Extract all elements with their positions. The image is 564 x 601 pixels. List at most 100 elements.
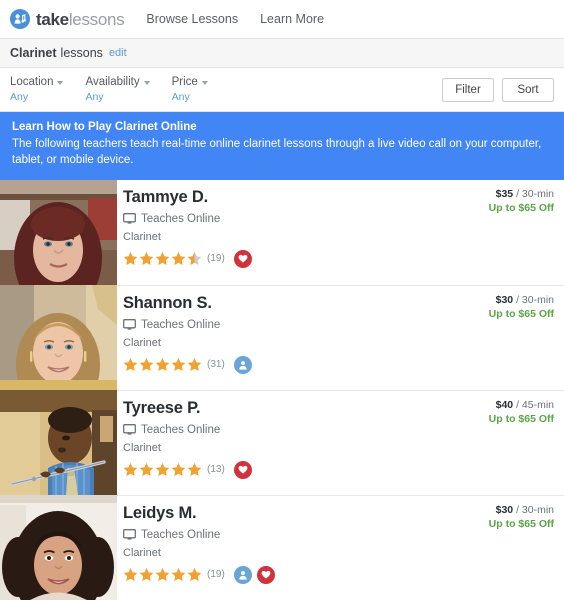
price-line: $30 / 30-min (489, 504, 554, 516)
page-root: takelessons Browse Lessons Learn More Cl… (0, 0, 564, 601)
star-icon (187, 358, 202, 372)
teaches-online-label: Teaches Online (141, 528, 221, 541)
star-icon (155, 568, 170, 582)
logo-lessons-text: lessons (68, 9, 125, 29)
teacher-subject: Clarinet (123, 441, 161, 454)
facet-availability-value[interactable]: Any (85, 91, 149, 104)
price-block: $30 / 30-min Up to $65 Off (489, 504, 554, 530)
sort-button[interactable]: Sort (502, 77, 554, 102)
main-nav: Browse Lessons Learn More (146, 12, 324, 26)
teacher-subject: Clarinet (123, 230, 161, 243)
teacher-badges (233, 355, 252, 374)
teaches-online: Teaches Online (123, 213, 554, 225)
star-icon (171, 252, 186, 266)
price-unit: / 45-min (516, 398, 554, 411)
site-logo[interactable]: takelessons (10, 9, 125, 29)
discount-label: Up to $65 Off (488, 201, 554, 214)
star-icon (187, 568, 202, 582)
star-icon (139, 568, 154, 582)
teaches-online: Teaches Online (123, 424, 554, 436)
facet-price-label: Price (171, 76, 198, 89)
review-count: (31) (207, 359, 225, 371)
teaches-online: Teaches Online (123, 319, 554, 331)
discount-label: Up to $65 Off (488, 412, 554, 425)
filter-actions: Filter Sort (442, 77, 554, 102)
star-rating (123, 357, 202, 372)
price-unit: / 30-min (516, 503, 554, 516)
price-block: $30 / 30-min Up to $65 Off (489, 294, 554, 320)
star-rating (123, 251, 202, 266)
price-amount: $40 (495, 398, 514, 411)
teacher-badges (233, 460, 252, 479)
facet-price-header: Price (172, 75, 208, 89)
teacher-list-item[interactable]: Tyreese P. Teaches Online Clarinet (13) … (0, 389, 564, 495)
chevron-down-icon (143, 81, 150, 86)
teacher-list-item[interactable]: Tammye D. Teaches Online Clarinet (19) $… (0, 179, 564, 285)
teacher-list-item[interactable]: Leidys M. Teaches Online Clarinet (19) $… (0, 494, 564, 600)
teacher-badges (233, 565, 275, 584)
teaches-online-label: Teaches Online (141, 318, 221, 331)
star-icon (123, 252, 138, 266)
discount-label: Up to $65 Off (488, 307, 554, 320)
filter-bar: Location Any Availability Any Price Any (0, 68, 564, 112)
star-icon (171, 358, 186, 372)
star-icon (123, 568, 138, 582)
star-icon (139, 358, 154, 372)
nav-browse-lessons[interactable]: Browse Lessons (146, 12, 238, 26)
rating-row: (19) (123, 249, 554, 268)
monitor-icon (123, 319, 136, 330)
nav-learn-more[interactable]: Learn More (260, 12, 324, 26)
teacher-badges (233, 249, 252, 268)
facet-location[interactable]: Location Any (10, 75, 64, 104)
star-icon (123, 358, 138, 372)
teacher-photo[interactable] (0, 284, 117, 390)
review-count: (13) (207, 464, 225, 476)
site-header: takelessons Browse Lessons Learn More (0, 0, 564, 39)
chevron-down-icon (57, 81, 64, 86)
monitor-icon (123, 529, 136, 540)
teacher-subject: Clarinet (123, 546, 161, 559)
filter-button[interactable]: Filter (442, 77, 494, 102)
star-icon (171, 463, 186, 477)
verified-user-badge[interactable] (233, 565, 252, 584)
breadcrumb-category: Clarinet (10, 46, 57, 60)
rating-row: (31) (123, 355, 554, 374)
favorite-heart-badge[interactable] (256, 565, 275, 584)
edit-search-link[interactable]: edit (109, 47, 127, 59)
teacher-list: Tammye D. Teaches Online Clarinet (19) $… (0, 179, 564, 600)
star-icon (155, 358, 170, 372)
star-rating (123, 462, 202, 477)
price-block: $40 / 45-min Up to $65 Off (489, 399, 554, 425)
price-amount: $35 (495, 187, 514, 200)
star-icon (139, 252, 154, 266)
rating-row: (13) (123, 460, 554, 479)
star-icon (155, 463, 170, 477)
breadcrumb: Clarinet lessons edit (0, 39, 564, 68)
facet-availability[interactable]: Availability Any (85, 75, 150, 104)
facet-price-value[interactable]: Any (172, 91, 208, 104)
teacher-photo[interactable] (0, 389, 117, 495)
teacher-photo[interactable] (0, 494, 117, 600)
review-count: (19) (207, 253, 225, 265)
favorite-heart-badge[interactable] (233, 460, 252, 479)
banner-title: Learn How to Play Clarinet Online (12, 121, 197, 133)
teaches-online: Teaches Online (123, 529, 554, 541)
price-unit: / 30-min (516, 187, 554, 200)
takelessons-logo-icon (10, 9, 30, 29)
facet-group: Location Any Availability Any Price Any (10, 75, 208, 104)
star-rating (123, 567, 202, 582)
price-line: $35 / 30-min (489, 188, 554, 200)
breadcrumb-suffix: lessons (60, 46, 103, 60)
verified-user-badge[interactable] (233, 355, 252, 374)
favorite-heart-badge[interactable] (233, 249, 252, 268)
facet-availability-label: Availability (85, 76, 140, 89)
teacher-list-item[interactable]: Shannon S. Teaches Online Clarinet (31) … (0, 284, 564, 390)
price-unit: / 30-min (516, 293, 554, 306)
teacher-info: Leidys M. Teaches Online Clarinet (19) $… (117, 494, 564, 600)
price-line: $30 / 30-min (489, 294, 554, 306)
star-icon (155, 252, 170, 266)
teacher-photo[interactable] (0, 179, 117, 285)
review-count: (19) (207, 569, 225, 581)
facet-price[interactable]: Price Any (172, 75, 208, 104)
facet-location-value[interactable]: Any (10, 91, 63, 104)
